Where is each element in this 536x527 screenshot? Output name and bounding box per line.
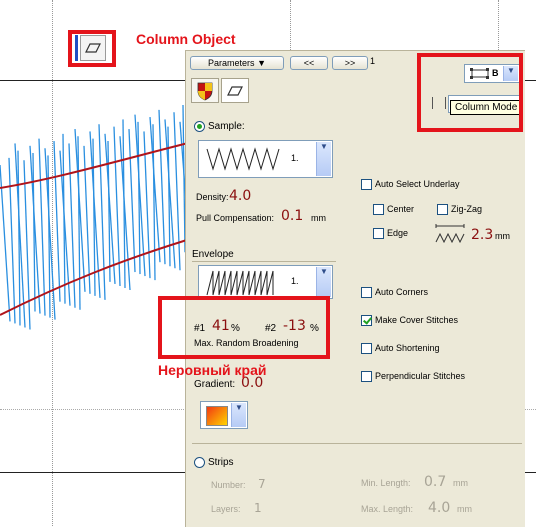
highlight-column-object [68,30,116,67]
zigzag-label: Zig-Zag [451,204,483,214]
strips-min-label: Min. Length: [361,478,411,488]
stitch-line [98,124,106,300]
page-number: 1 [370,56,376,66]
auto-corners-checkbox[interactable] [361,287,372,298]
prev-button[interactable]: << [290,56,328,70]
stitch-line [53,141,61,302]
parameters-label: Parameters [208,58,255,68]
envelope-pattern-number: 1. [291,276,299,286]
strips-number-label: Number: [211,480,246,490]
shield-icon [197,82,213,101]
sample-radio[interactable] [194,121,205,132]
parameters-dropdown-button[interactable]: Parameters ▼ [190,56,284,70]
auto-shortening-label: Auto Shortening [375,343,440,353]
perpendicular-label: Perpendicular Stitches [375,371,466,381]
strips-min-unit: mm [453,478,468,488]
annotation-uneven-edge: Неровный край [158,362,267,378]
strips-max-unit: mm [457,504,472,514]
strips-separator [192,443,522,444]
strips-number-value[interactable]: 7 [258,477,266,491]
stitch-line [23,160,31,330]
pull-comp-label: Pull Compensation: [196,213,275,223]
center-label: Center [387,204,415,214]
chevron-down-icon: ▼ [257,58,266,68]
zigzag-spacing-icon [435,224,465,244]
zigzag-spacing-value[interactable]: 2.3 [471,227,493,243]
zigzag-checkbox[interactable] [437,204,448,215]
highlight-column-mode [417,53,523,132]
density-label: Density: [196,192,229,202]
center-checkbox[interactable] [373,204,384,215]
strips-layers-label: Layers: [211,504,241,514]
stitch-line [158,109,166,265]
pull-comp-unit: mm [311,213,326,223]
envelope-pattern-combo[interactable]: 1. ▼ [198,265,333,299]
envelope-label: Envelope [192,249,234,260]
auto-underlay-checkbox[interactable] [361,179,372,190]
strips-max-value[interactable]: 4.0 [428,500,450,516]
make-cover-label: Make Cover Stitches [375,315,459,325]
sample-label: Sample: [208,121,245,132]
sample-pattern-number: 1. [291,153,299,163]
auto-shortening-checkbox[interactable] [361,343,372,354]
chevron-down-icon: ▼ [316,267,331,297]
stitch-line [128,129,136,273]
highlight-random-broadening [158,296,330,359]
auto-corners-label: Auto Corners [375,287,429,297]
stitch-line [152,124,156,281]
column-shape-tool-button[interactable] [221,78,249,103]
gradient-label: Gradient: [194,379,236,390]
strips-label: Strips [208,457,234,468]
edge-label: Edge [387,228,409,238]
make-cover-checkbox[interactable] [361,315,372,326]
column-shape-icon [227,86,243,96]
strips-layers-value[interactable]: 1 [254,501,262,515]
envelope-separator [192,261,336,262]
chevron-down-icon: ▼ [316,142,331,176]
perpendicular-checkbox[interactable] [361,371,372,382]
pull-comp-value[interactable]: 0.1 [281,208,303,224]
satin-stitch-preview [206,147,280,171]
stitch-line [8,157,16,324]
stitch-line [77,136,81,310]
stitch-line [173,112,181,271]
gradient-swatch-icon [206,406,228,426]
strips-min-value[interactable]: 0.7 [424,474,446,490]
strips-max-label: Max. Length: [361,504,414,514]
stitch-line [113,126,121,286]
density-value[interactable]: 4.0 [229,188,251,204]
next-button[interactable]: >> [332,56,368,70]
stitch-line [38,138,46,316]
edge-checkbox[interactable] [373,228,384,239]
gradient-combo[interactable]: ▼ [200,401,248,429]
shield-tool-button[interactable] [191,78,219,103]
auto-underlay-label: Auto Select Underlay [375,179,460,189]
envelope-stitch-preview [206,270,274,296]
sample-pattern-combo[interactable]: 1. ▼ [198,140,333,178]
strips-radio[interactable] [194,457,205,468]
zigzag-spacing-unit: mm [495,231,510,241]
annotation-column-object: Column Object [136,31,236,47]
chevron-down-icon: ▼ [231,403,246,427]
